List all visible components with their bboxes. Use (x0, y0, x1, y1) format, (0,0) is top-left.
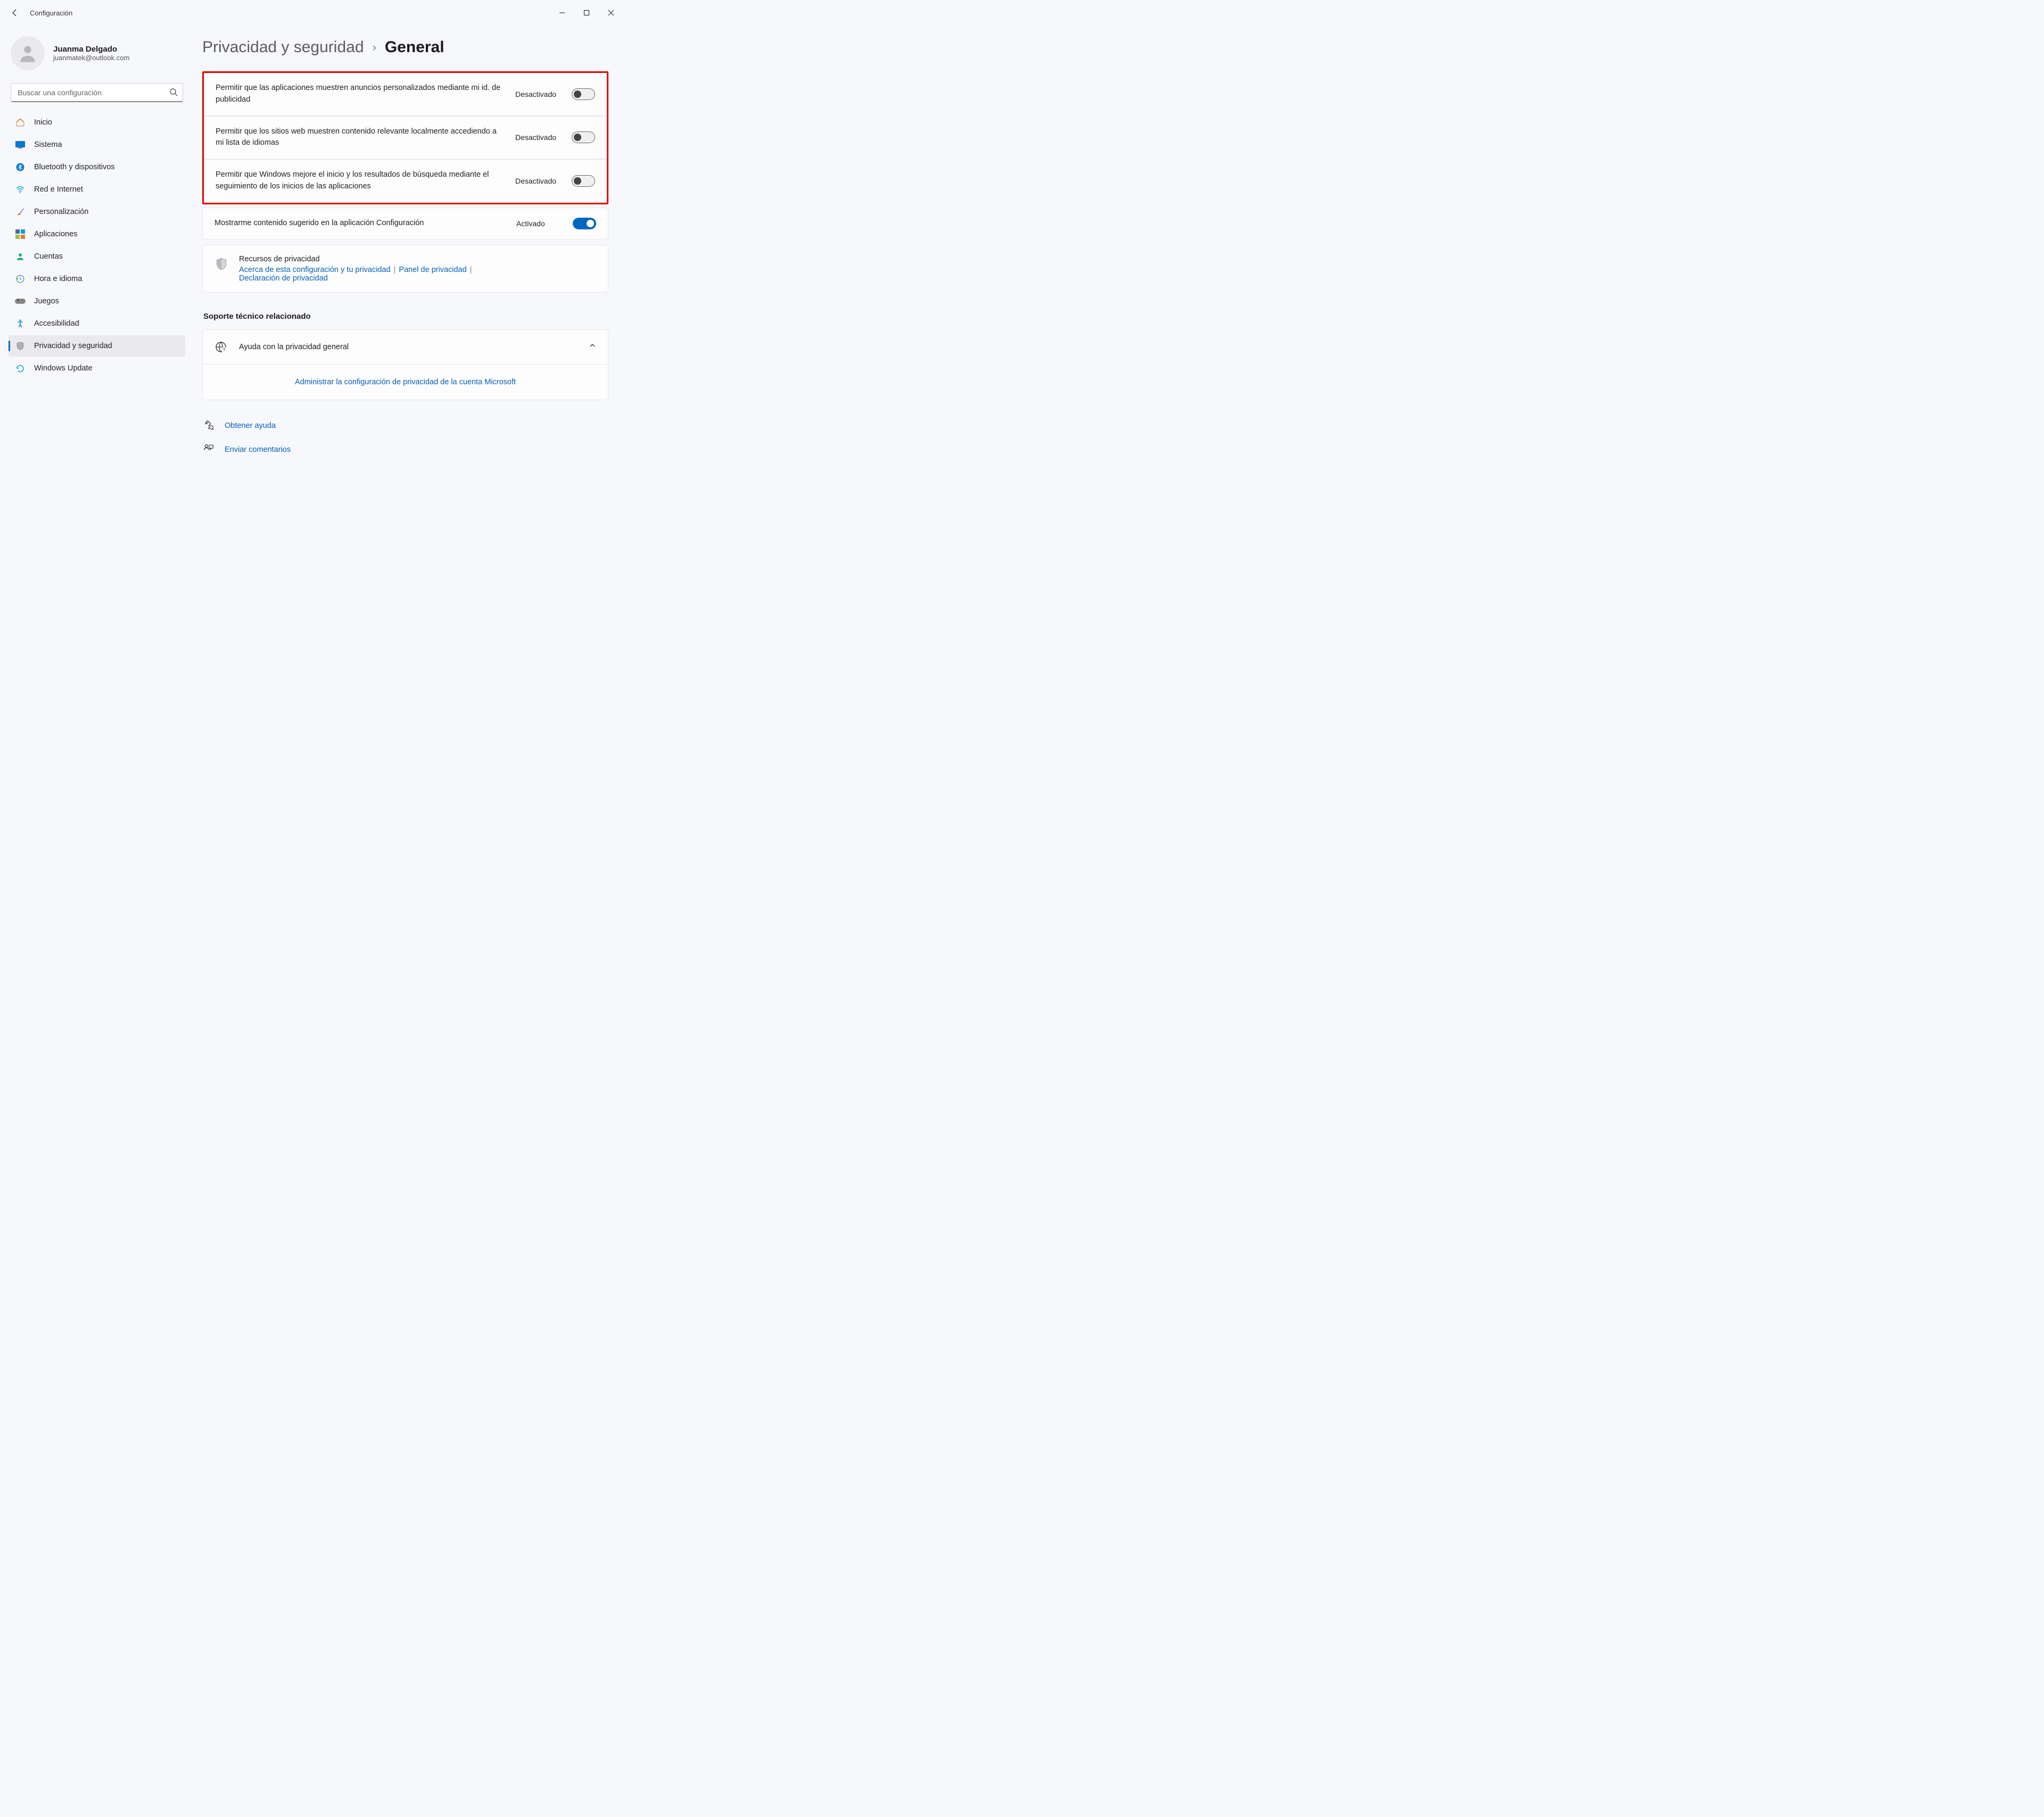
nav-label: Windows Update (34, 364, 93, 373)
nav-item-hora[interactable]: Hora e idioma (9, 268, 185, 290)
shield-icon (15, 341, 26, 351)
setting-label: Permitir que las aplicaciones muestren a… (216, 82, 507, 106)
nav-item-sistema[interactable]: Sistema (9, 134, 185, 155)
link-get-help[interactable]: Obtener ayuda (225, 422, 276, 430)
setting-state: Desactivado (515, 133, 563, 142)
nav-item-accesibilidad[interactable]: Accesibilidad (9, 313, 185, 334)
setting-row-app-launch-tracking: Permitir que Windows mejore el inicio y … (204, 159, 607, 203)
feedback-icon (203, 443, 215, 457)
close-button[interactable] (599, 4, 623, 21)
help-expander-title: Ayuda con la privacidad general (239, 343, 577, 351)
setting-state: Desactivado (515, 90, 563, 98)
link-privacy-panel[interactable]: Panel de privacidad (399, 266, 466, 274)
svg-text:?: ? (223, 348, 226, 352)
setting-label: Mostrarme contenido sugerido en la aplic… (215, 218, 508, 229)
window-controls (550, 4, 623, 21)
toggle-app-launch-tracking[interactable] (572, 175, 595, 187)
nav-item-inicio[interactable]: Inicio (9, 112, 185, 133)
main-content: Privacidad y seguridad › General Permiti… (192, 26, 628, 477)
setting-label: Permitir que Windows mejore el inicio y … (216, 169, 507, 193)
update-icon (15, 363, 26, 374)
maximize-button[interactable] (574, 4, 599, 21)
nav-label: Aplicaciones (34, 230, 77, 238)
link-about-setting[interactable]: Acerca de esta configuración y tu privac… (239, 266, 391, 274)
toggle-ad-id[interactable] (572, 88, 595, 100)
setting-row-ad-id: Permitir que las aplicaciones muestren a… (204, 73, 607, 116)
setting-label: Permitir que los sitios web muestren con… (216, 126, 507, 150)
account-email: juanmatek@outlook.com (53, 54, 129, 62)
home-icon (15, 117, 26, 128)
link-send-feedback[interactable]: Enviar comentarios (225, 445, 291, 454)
accessibility-icon (15, 318, 26, 329)
gamepad-icon (15, 296, 26, 307)
nav-item-update[interactable]: Windows Update (9, 358, 185, 379)
search-input[interactable] (11, 83, 183, 102)
nav-item-personalizacion[interactable]: Personalización (9, 201, 185, 222)
help-expander-body: Administrar la configuración de privacid… (203, 364, 608, 400)
globe-help-icon: ? (215, 341, 227, 353)
link-privacy-statement[interactable]: Declaración de privacidad (239, 274, 328, 283)
nav-label: Cuentas (34, 252, 63, 261)
highlighted-settings-group: Permitir que las aplicaciones muestren a… (202, 71, 608, 204)
footer-links: Obtener ayuda Enviar comentarios (202, 416, 608, 460)
nav-item-aplicaciones[interactable]: Aplicaciones (9, 224, 185, 245)
nav-label: Privacidad y seguridad (34, 342, 112, 350)
search-icon (169, 88, 178, 99)
bluetooth-icon (15, 162, 26, 172)
nav-label: Inicio (34, 118, 52, 127)
help-expander: ? Ayuda con la privacidad general Admini… (202, 329, 608, 400)
breadcrumb-parent[interactable]: Privacidad y seguridad (202, 38, 364, 56)
breadcrumb: Privacidad y seguridad › General (202, 38, 608, 56)
nav-label: Hora e idioma (34, 275, 82, 283)
chevron-up-icon (589, 342, 596, 352)
account-name: Juanma Delgado (53, 45, 129, 54)
nav-item-red[interactable]: Red e Internet (9, 179, 185, 200)
app-title: Configuración (30, 9, 72, 17)
nav-label: Sistema (34, 141, 62, 149)
resources-title: Recursos de privacidad (239, 255, 475, 263)
toggle-language-list[interactable] (572, 131, 595, 143)
avatar (11, 36, 45, 70)
sidebar: Juanma Delgado juanmatek@outlook.com Ini… (0, 26, 192, 477)
back-button[interactable] (4, 2, 26, 23)
shield-icon (215, 257, 228, 271)
nav-label: Juegos (34, 297, 59, 305)
account-block[interactable]: Juanma Delgado juanmatek@outlook.com (9, 34, 185, 81)
setting-row-suggested-content: Mostrarme contenido sugerido en la aplic… (202, 208, 608, 239)
setting-state: Desactivado (515, 177, 563, 185)
related-support-heading: Soporte técnico relacionado (203, 312, 608, 321)
nav-item-cuentas[interactable]: Cuentas (9, 246, 185, 267)
nav-item-juegos[interactable]: Juegos (9, 291, 185, 312)
help-expander-header[interactable]: ? Ayuda con la privacidad general (203, 330, 608, 364)
setting-state: Activado (516, 219, 564, 228)
apps-icon (15, 229, 26, 239)
minimize-button[interactable] (550, 4, 574, 21)
nav-label: Personalización (34, 208, 88, 216)
help-icon (203, 419, 215, 433)
title-bar: Configuración (0, 0, 628, 26)
privacy-resources-card: Recursos de privacidad Acerca de esta co… (202, 245, 608, 293)
nav-label: Bluetooth y dispositivos (34, 163, 115, 171)
system-icon (15, 139, 26, 150)
nav-item-privacidad[interactable]: Privacidad y seguridad (9, 335, 185, 357)
brush-icon (15, 207, 26, 217)
chevron-right-icon: › (373, 40, 376, 54)
page-title: General (385, 38, 444, 56)
nav-label: Red e Internet (34, 185, 83, 194)
toggle-suggested-content[interactable] (573, 218, 596, 229)
link-manage-account-privacy[interactable]: Administrar la configuración de privacid… (295, 378, 516, 386)
nav-item-bluetooth[interactable]: Bluetooth y dispositivos (9, 156, 185, 178)
nav-list: Inicio Sistema Bluetooth y dispositivos … (9, 112, 185, 379)
nav-label: Accesibilidad (34, 319, 79, 328)
time-icon (15, 274, 26, 284)
wifi-icon (15, 184, 26, 195)
account-icon (15, 251, 26, 262)
setting-row-language-list: Permitir que los sitios web muestren con… (204, 116, 607, 160)
